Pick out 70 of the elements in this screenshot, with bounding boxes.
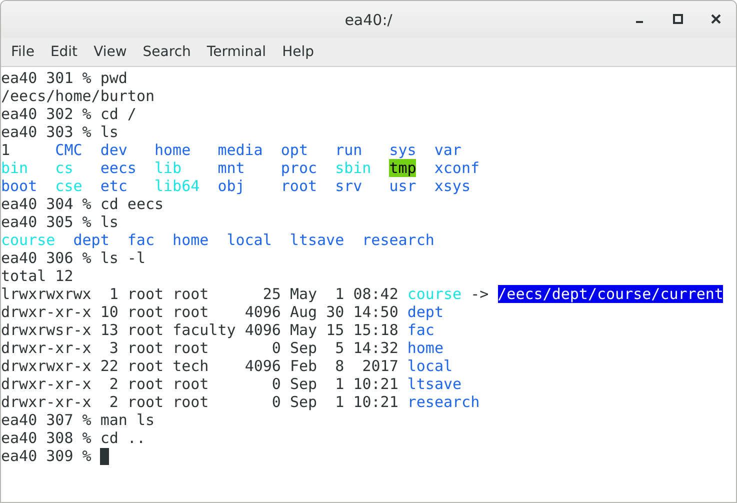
file-name: fac <box>127 231 154 249</box>
terminal-line: ea40 303 % ls <box>1 123 118 141</box>
file-name: fac <box>407 321 434 339</box>
terminal-line: ea40 305 % ls <box>1 213 118 231</box>
terminal-line: ea40 309 % <box>1 447 92 465</box>
file-name: sys <box>389 141 416 159</box>
file-name: CMC <box>55 141 82 159</box>
terminal-line: ea40 306 % ls -l <box>1 249 146 267</box>
file-name: research <box>407 393 480 411</box>
file-name: cs <box>55 159 74 177</box>
link-arrow: -> <box>470 285 489 303</box>
file-details: drwxr-xr-x 3 root root 0 Sep 5 14:32 <box>1 339 398 357</box>
file-name: media <box>218 141 263 159</box>
file-name: run <box>335 141 362 159</box>
menu-item[interactable]: Edit <box>42 44 86 60</box>
file-name: local <box>407 357 453 375</box>
file-name: home <box>172 231 209 249</box>
terminal-line: ea40 308 % cd .. <box>1 429 146 447</box>
menu-item[interactable]: View <box>86 44 135 60</box>
file-name: eecs <box>100 159 136 177</box>
menu-item[interactable]: Help <box>274 44 322 60</box>
file-details: drwxr-xr-x 10 root root 4096 Aug 30 14:50 <box>1 303 398 321</box>
window-title: ea40:/ <box>344 10 392 28</box>
file-name: ltsave <box>290 231 344 249</box>
file-name: dev <box>100 141 128 159</box>
menu-item[interactable]: Search <box>134 44 199 60</box>
terminal-line: ea40 302 % cd / <box>1 105 136 123</box>
file-name: local <box>226 231 272 249</box>
file-name: cse <box>55 177 82 195</box>
terminal-line: /eecs/home/burton <box>1 87 155 105</box>
file-name: home <box>154 141 191 159</box>
file-name: mnt <box>218 159 245 177</box>
file-name: ltsave <box>407 375 462 393</box>
file-name: dept <box>73 231 110 249</box>
maximize-icon[interactable] <box>672 13 684 25</box>
file-name: boot <box>1 177 38 195</box>
file-name: xsys <box>434 177 470 195</box>
file-name: tmp <box>389 159 416 177</box>
file-details: lrwxrwxrwx 1 root root 25 May 1 08:42 <box>1 285 398 303</box>
file-name: opt <box>280 141 308 159</box>
menu-item[interactable]: Terminal <box>198 44 274 60</box>
file-name: 1 <box>1 141 10 159</box>
terminal-line: ea40 304 % cd eecs <box>1 195 164 213</box>
file-name: xconf <box>434 159 480 177</box>
file-details: drwxr-xr-x 2 root root 0 Sep 1 10:21 <box>1 393 398 411</box>
file-name: research <box>362 231 434 249</box>
file-details: drwxrwxr-x 22 root tech 4096 Feb 8 2017 <box>1 357 398 375</box>
file-name: var <box>434 141 462 159</box>
menu-item[interactable]: File <box>3 44 42 60</box>
file-details: drwxr-xr-x 2 root root 0 Sep 1 10:21 <box>1 375 398 393</box>
file-name: obj <box>218 177 245 195</box>
link-target: /eecs/dept/course/current <box>498 285 724 303</box>
terminal-line: total 12 <box>1 267 74 285</box>
file-name: sbin <box>335 159 372 177</box>
file-details: drwxrwsr-x 13 root faculty 4096 May 15 15:18 <box>1 321 398 339</box>
file-name: lib64 <box>154 177 200 195</box>
terminal-line: ea40 301 % pwd <box>1 69 128 87</box>
file-name: bin <box>1 159 28 177</box>
terminal-line: ea40 307 % man ls <box>1 411 155 429</box>
file-name: proc <box>280 159 318 177</box>
file-name: srv <box>335 177 362 195</box>
file-name: etc <box>100 177 128 195</box>
file-name: root <box>280 177 318 195</box>
close-icon[interactable] <box>710 13 722 25</box>
file-name: course <box>1 231 56 249</box>
file-name: course <box>407 285 462 303</box>
file-name: dept <box>407 303 444 321</box>
file-name: home <box>407 339 444 357</box>
file-name: usr <box>389 177 416 195</box>
file-name: lib <box>154 159 182 177</box>
